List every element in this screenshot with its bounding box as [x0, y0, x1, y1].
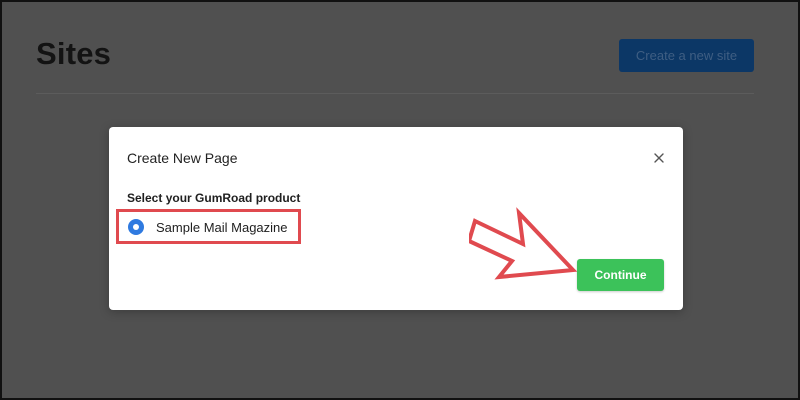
page-title: Sites — [36, 36, 112, 71]
product-option-sample-mail-magazine[interactable]: Sample Mail Magazine — [128, 218, 288, 236]
app-window: Sites Create a new site Create New Page … — [0, 0, 800, 400]
product-option-label: Sample Mail Magazine — [156, 219, 288, 235]
modal-title: Create New Page — [127, 150, 238, 166]
create-new-site-button[interactable]: Create a new site — [619, 39, 754, 72]
pointing-arrow-icon — [469, 207, 578, 280]
radio-selected-icon[interactable] — [128, 219, 144, 235]
close-icon[interactable] — [650, 149, 668, 167]
header-divider — [36, 93, 754, 94]
continue-button[interactable]: Continue — [577, 259, 664, 291]
product-field-label: Select your GumRoad product — [127, 191, 301, 205]
create-page-modal: Create New Page Select your GumRoad prod… — [109, 127, 683, 310]
